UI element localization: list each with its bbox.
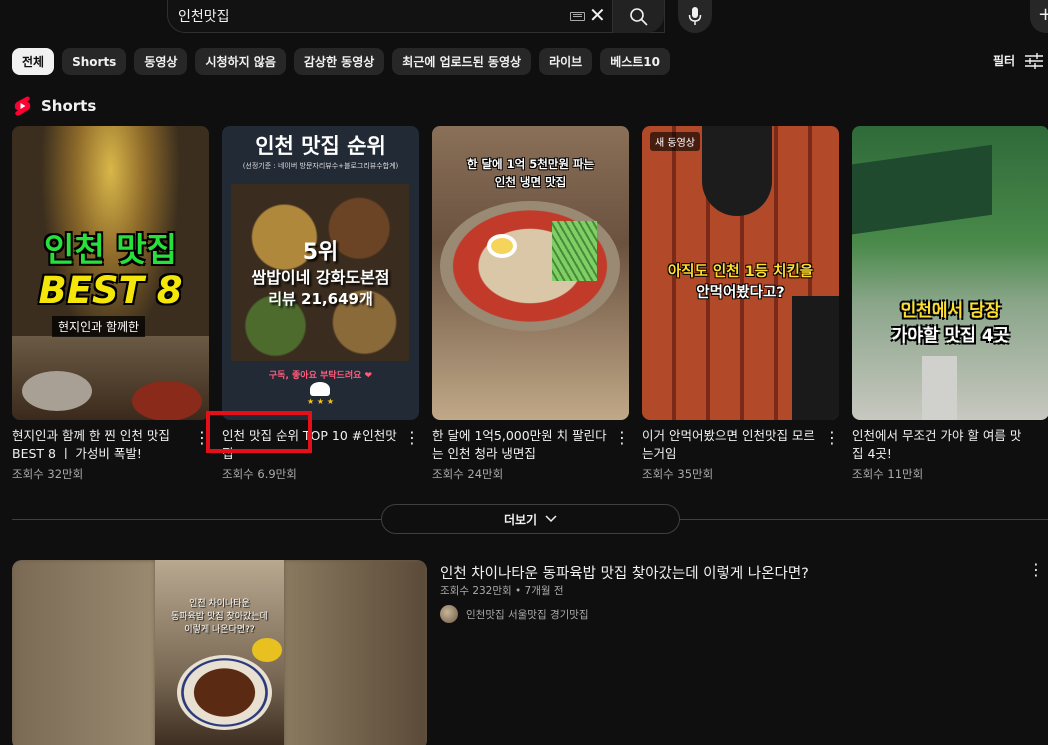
filter-chips: 전체 Shorts 동영상 시청하지 않음 감상한 동영상 최근에 업로드된 동… bbox=[12, 48, 671, 75]
microphone-icon bbox=[688, 7, 702, 25]
short-title[interactable]: 인천에서 무조건 가야 할 여름 맛집 4곳! bbox=[852, 427, 1030, 463]
new-video-badge: 새 동영상 bbox=[650, 132, 700, 151]
search-button[interactable] bbox=[612, 0, 664, 33]
overlay-text: 인천 차이나타운 bbox=[189, 599, 250, 609]
channel-info[interactable]: 인천맛집 서울맛집 경기맛집 bbox=[440, 605, 589, 623]
more-options-icon[interactable]: ⋮ bbox=[404, 430, 420, 446]
filter-label: 필터 bbox=[993, 54, 1016, 68]
overlay-text: 인천 맛집 순위 bbox=[255, 134, 386, 158]
filter-sliders-icon bbox=[1025, 52, 1044, 69]
more-options-icon[interactable]: ⋮ bbox=[1028, 560, 1044, 579]
chip-watched[interactable]: 감상한 동영상 bbox=[293, 48, 385, 75]
more-options-icon[interactable]: ⋮ bbox=[824, 430, 840, 446]
voice-search-button[interactable] bbox=[678, 0, 712, 33]
short-views: 조회수 35만회 bbox=[642, 467, 714, 481]
show-more-button[interactable]: 더보기 bbox=[381, 504, 680, 534]
overlay-text: 가야할 맛집 4곳 bbox=[891, 326, 1010, 346]
search-input[interactable]: 인천맛집 bbox=[178, 6, 230, 26]
chip-best10[interactable]: 베스트10 bbox=[600, 48, 671, 75]
chip-shorts[interactable]: Shorts bbox=[62, 48, 127, 75]
overlay-text: 한 달에 1억 5천만원 파는 bbox=[466, 157, 595, 171]
short-thumbnail[interactable]: 인천 맛집 BEST 8 현지인과 함께한 bbox=[12, 126, 209, 420]
video-title[interactable]: 인천 차이나타운 동파육밥 맛집 찾아갔는데 이렇게 나온다면? bbox=[440, 562, 809, 583]
video-meta: 조회수 232만회 • 7개월 전 bbox=[440, 585, 564, 597]
overlay-text: 현지인과 함께한 bbox=[52, 316, 146, 337]
clear-search-icon[interactable]: ✕ bbox=[589, 5, 606, 25]
overlay-text: 5위 bbox=[302, 240, 339, 265]
shorts-section-header: Shorts bbox=[14, 96, 96, 116]
overlay-text: 구독, 좋아요 부탁드려요 ❤ bbox=[268, 371, 373, 381]
overlay-text: 안먹어봤다고? bbox=[696, 285, 785, 301]
short-item[interactable]: 한 달에 1억 5천만원 파는 인천 냉면 맛집 한 달에 1억5,000만원 … bbox=[432, 126, 630, 481]
chip-videos[interactable]: 동영상 bbox=[134, 48, 188, 75]
channel-name[interactable]: 인천맛집 서울맛집 경기맛집 bbox=[466, 607, 589, 622]
overlay-text: (선정기준 : 네이버 방문자리뷰수+블로그리뷰수합계) bbox=[242, 162, 399, 170]
chevron-down-icon bbox=[545, 515, 557, 523]
overlay-text: BEST 8 bbox=[38, 269, 183, 312]
short-views: 조회수 6.9만회 bbox=[222, 467, 297, 481]
short-item[interactable]: 새 동영상 아직도 인천 1등 치킨을 안먹어봤다고? 이거 안먹어봤으면 인천… bbox=[642, 126, 840, 481]
short-item[interactable]: 인천 맛집 순위 (선정기준 : 네이버 방문자리뷰수+블로그리뷰수합계) 5위… bbox=[222, 126, 420, 481]
overlay-text: 리뷰 21,649개 bbox=[268, 290, 373, 308]
show-more-label: 더보기 bbox=[503, 512, 538, 527]
keyboard-icon[interactable] bbox=[570, 12, 585, 21]
short-thumbnail[interactable]: 인천에서 당장 가야할 맛집 4곳 bbox=[852, 126, 1048, 420]
short-thumbnail[interactable]: 인천 맛집 순위 (선정기준 : 네이버 방문자리뷰수+블로그리뷰수합계) 5위… bbox=[222, 126, 419, 420]
chip-unwatched[interactable]: 시청하지 않음 bbox=[195, 48, 286, 75]
stars-icon: ★ ★ ★ bbox=[306, 397, 335, 406]
chip-live[interactable]: 라이브 bbox=[539, 48, 593, 75]
chip-recently-uploaded[interactable]: 최근에 업로드된 동영상 bbox=[392, 48, 532, 75]
short-thumbnail[interactable]: 한 달에 1억 5천만원 파는 인천 냉면 맛집 bbox=[432, 126, 629, 420]
short-title[interactable]: 이거 안먹어봤으면 인천맛집 모르는거임 bbox=[642, 427, 820, 463]
filter-button[interactable]: 필터 bbox=[993, 52, 1044, 69]
search-icon bbox=[630, 8, 648, 26]
overlay-text: 인천에서 당장 bbox=[900, 301, 1001, 321]
video-thumbnail[interactable]: 인천 차이나타운 동파육밥 맛집 찾아갔는데 이렇게 나온다면?? bbox=[12, 560, 427, 745]
overlay-text: 인천 냉면 맛집 bbox=[494, 175, 567, 189]
overlay-text: 쌈밥이네 강화도본점 bbox=[251, 268, 390, 287]
avatar[interactable] bbox=[440, 605, 458, 623]
short-views: 조회수 32만회 bbox=[12, 467, 84, 481]
more-options-icon[interactable]: ⋮ bbox=[614, 430, 630, 446]
overlay-text: 아직도 인천 1등 치킨을 bbox=[667, 264, 814, 280]
chip-all[interactable]: 전체 bbox=[12, 48, 55, 75]
shorts-title: Shorts bbox=[41, 97, 97, 115]
plus-icon: + bbox=[1038, 4, 1048, 25]
short-views: 조회수 11만회 bbox=[852, 467, 924, 481]
short-item[interactable]: 인천 맛집 BEST 8 현지인과 함께한 현지인과 함께 한 찐 인천 맛집 … bbox=[12, 126, 210, 481]
shorts-logo-icon bbox=[14, 96, 31, 116]
chef-hat-icon bbox=[310, 382, 330, 396]
overlay-text: 인천 맛집 bbox=[44, 230, 177, 269]
short-views: 조회수 24만회 bbox=[432, 467, 504, 481]
short-item[interactable]: 인천에서 당장 가야할 맛집 4곳 인천에서 무조건 가야 할 여름 맛집 4곳… bbox=[852, 126, 1048, 481]
search-box[interactable]: 인천맛집 ✕ bbox=[167, 0, 665, 33]
overlay-text: 이렇게 나온다면?? bbox=[184, 625, 255, 635]
short-title[interactable]: 현지인과 함께 한 찐 인천 맛집 BEST 8 ㅣ 가성비 폭발! bbox=[12, 427, 190, 463]
highlight-box bbox=[206, 411, 312, 453]
overlay-text: 동파육밥 맛집 찾아갔는데 bbox=[171, 612, 268, 622]
short-thumbnail[interactable]: 새 동영상 아직도 인천 1등 치킨을 안먹어봤다고? bbox=[642, 126, 839, 420]
short-title[interactable]: 한 달에 1억5,000만원 치 팔린다는 인천 청라 냉면집 bbox=[432, 427, 610, 463]
create-button[interactable]: + bbox=[1030, 0, 1048, 33]
